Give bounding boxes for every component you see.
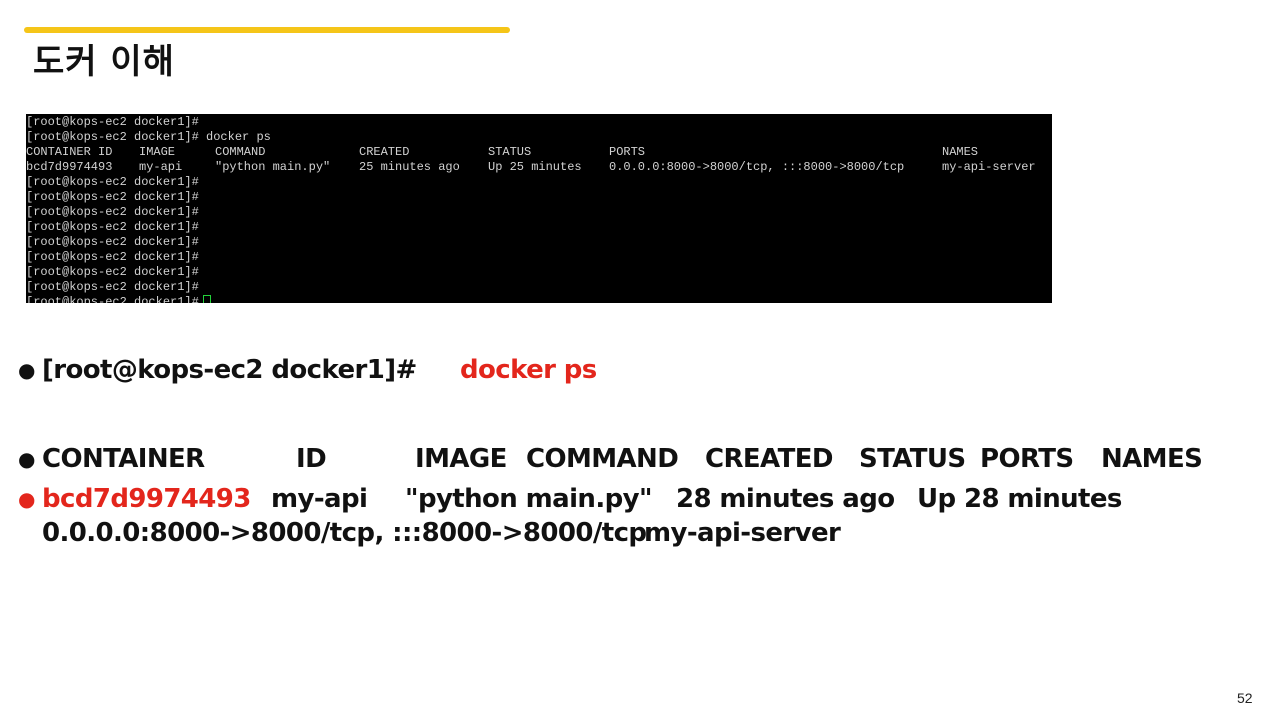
- row-status: Up 28 minutes: [917, 484, 1122, 514]
- terminal-cell-ports: 0.0.0.0:8000->8000/tcp, :::8000->8000/tc…: [609, 160, 905, 174]
- header-container: CONTAINER: [42, 444, 205, 474]
- bullet-container-row-continued: 0.0.0.0:8000->8000/tcp, :::8000->8000/tc…: [18, 516, 1258, 550]
- terminal-cell-container-id: bcd7d9974493: [26, 160, 113, 174]
- page-number: 52: [1237, 690, 1253, 706]
- header-image: IMAGE: [415, 444, 507, 474]
- terminal-screenshot: [root@kops-ec2 docker1]# [root@kops-ec2 …: [26, 114, 1052, 303]
- slide-title: 도커 이해: [33, 42, 175, 82]
- terminal-header-status: STATUS: [488, 145, 532, 159]
- terminal-prompt-line: [root@kops-ec2 docker1]#: [26, 190, 199, 204]
- bullet-marker: ●: [18, 358, 36, 382]
- terminal-prompt-line: [root@kops-ec2 docker1]#: [26, 265, 199, 279]
- header-created: CREATED: [705, 444, 833, 474]
- terminal-prompt-line: [root@kops-ec2 docker1]#: [26, 220, 199, 234]
- header-status: STATUS: [859, 444, 966, 474]
- terminal-active-prompt-line: [root@kops-ec2 docker1]#: [26, 295, 211, 303]
- terminal-header-container-id: CONTAINER ID: [26, 145, 113, 159]
- title-accent-bar: [24, 27, 510, 33]
- terminal-cell-created: 25 minutes ago: [359, 160, 460, 174]
- slide: 도커 이해 [root@kops-ec2 docker1]# [root@kop…: [0, 0, 1280, 720]
- row-container-id: bcd7d9974493: [42, 484, 251, 514]
- terminal-cell-status: Up 25 minutes: [488, 160, 582, 174]
- terminal-cursor: [202, 295, 211, 303]
- terminal-command-line: [root@kops-ec2 docker1]# docker ps: [26, 130, 271, 144]
- terminal-prompt-line: [root@kops-ec2 docker1]#: [26, 205, 199, 219]
- terminal-container-row: bcd7d9974493 my-api "python main.py" 25 …: [26, 160, 1052, 175]
- bullet-command: ● [root@kops-ec2 docker1]# docker ps: [18, 353, 1258, 387]
- command-highlight-text: docker ps: [460, 355, 597, 385]
- row-names: my-api-server: [644, 518, 841, 548]
- bullet-container-row: ● bcd7d9974493 my-api "python main.py" 2…: [18, 482, 1258, 516]
- terminal-prompt-line: [root@kops-ec2 docker1]#: [26, 175, 199, 189]
- bullet-marker-red: ●: [18, 487, 36, 511]
- header-id: ID: [296, 444, 327, 474]
- command-prefix-text: [root@kops-ec2 docker1]#: [42, 355, 417, 385]
- terminal-cell-image: my-api: [139, 160, 183, 174]
- header-ports: PORTS: [980, 444, 1074, 474]
- terminal-prompt-line: [root@kops-ec2 docker1]#: [26, 280, 199, 294]
- terminal-prompt-line: [root@kops-ec2 docker1]#: [26, 235, 199, 249]
- terminal-header-created: CREATED: [359, 145, 410, 159]
- terminal-header-ports: PORTS: [609, 145, 646, 159]
- terminal-prompt-line: [root@kops-ec2 docker1]#: [26, 250, 199, 264]
- row-command: "python main.py": [405, 484, 653, 514]
- terminal-header-command: COMMAND: [215, 145, 266, 159]
- bullet-headers: ● CONTAINER ID IMAGE COMMAND CREATED STA…: [18, 442, 1258, 476]
- header-command: COMMAND: [526, 444, 679, 474]
- terminal-header-line: CONTAINER ID IMAGE COMMAND CREATED STATU…: [26, 145, 1052, 160]
- terminal-cell-names: my-api-server: [942, 160, 1036, 174]
- row-created: 28 minutes ago: [676, 484, 895, 514]
- row-ports: 0.0.0.0:8000->8000/tcp, :::8000->8000/tc…: [42, 518, 647, 548]
- bullet-marker: ●: [18, 447, 36, 471]
- row-image: my-api: [271, 484, 368, 514]
- header-names: NAMES: [1101, 444, 1203, 474]
- terminal-active-prompt: [root@kops-ec2 docker1]#: [26, 295, 199, 303]
- terminal-cell-command: "python main.py": [215, 160, 331, 174]
- terminal-prompt-line: [root@kops-ec2 docker1]#: [26, 115, 199, 129]
- terminal-header-names: NAMES: [942, 145, 979, 159]
- terminal-header-image: IMAGE: [139, 145, 176, 159]
